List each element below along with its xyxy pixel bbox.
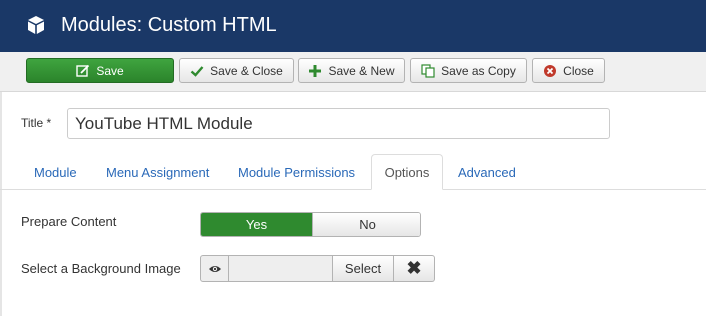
toolbar: Save Save & Close Save & New Save as Cop…: [0, 52, 706, 92]
save-copy-button[interactable]: Save as Copy: [410, 58, 527, 83]
eye-icon: [208, 265, 221, 272]
yes-option[interactable]: Yes: [201, 213, 312, 236]
page-header: Modules: Custom HTML: [0, 0, 706, 52]
save-close-button[interactable]: Save & Close: [179, 58, 294, 83]
no-option[interactable]: No: [312, 213, 420, 236]
title-input[interactable]: [67, 108, 610, 139]
save-button[interactable]: Save: [26, 58, 174, 83]
preview-button[interactable]: [200, 255, 229, 282]
tab-module[interactable]: Module: [34, 154, 77, 190]
plus-icon: [309, 64, 322, 77]
save-new-label: Save & New: [328, 63, 395, 78]
content-left-rule: [0, 92, 2, 316]
close-button[interactable]: Close: [532, 58, 605, 83]
save-copy-label: Save as Copy: [441, 63, 516, 78]
close-label: Close: [563, 63, 594, 78]
clear-icon: ✖: [406, 258, 422, 278]
clear-button[interactable]: ✖: [394, 255, 435, 282]
tab-module-permissions[interactable]: Module Permissions: [238, 154, 355, 190]
close-circle-icon: [544, 64, 557, 77]
image-path-input[interactable]: [229, 255, 332, 282]
save-label: Save: [96, 63, 124, 78]
select-button[interactable]: Select: [332, 255, 394, 282]
tab-menu-assignment[interactable]: Menu Assignment: [106, 154, 209, 190]
cube-icon: [28, 16, 44, 34]
title-label: Title *: [21, 116, 52, 130]
prepare-content-toggle: Yes No: [200, 212, 421, 237]
background-image-label: Select a Background Image: [21, 261, 181, 276]
background-image-field: Select ✖: [200, 255, 435, 282]
tab-bar: Module Menu Assignment Module Permission…: [0, 154, 706, 190]
prepare-content-label: Prepare Content: [21, 214, 117, 229]
save-close-label: Save & Close: [210, 63, 283, 78]
edit-icon: [76, 64, 90, 77]
tab-advanced[interactable]: Advanced: [458, 154, 516, 190]
check-icon: [190, 65, 204, 77]
page-title: Modules: Custom HTML: [61, 14, 277, 36]
tab-options[interactable]: Options: [371, 154, 443, 190]
save-new-button[interactable]: Save & New: [298, 58, 405, 83]
copy-icon: [421, 63, 435, 78]
